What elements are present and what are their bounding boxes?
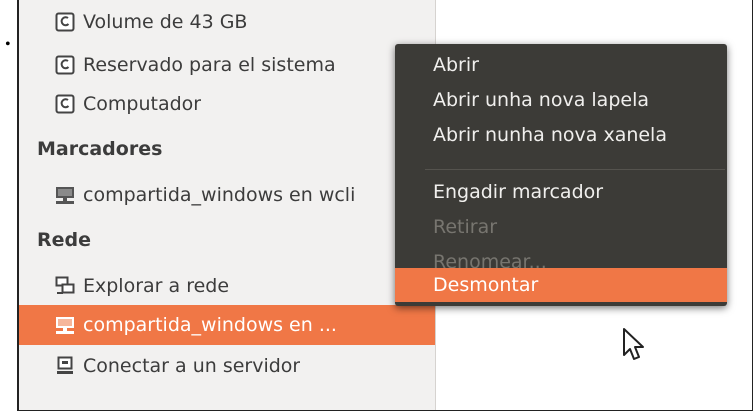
sidebar-item-reserved[interactable]: Reservado para el sistema <box>19 45 435 85</box>
drive-icon <box>55 12 75 32</box>
menu-item-add-bookmark[interactable]: Engadir marcador <box>395 175 727 209</box>
sidebar-item-label: compartida_windows en ... <box>83 314 337 336</box>
sidebar-item-bookmark-share[interactable]: compartida_windows en wcli <box>19 175 435 215</box>
server-icon <box>57 356 73 374</box>
menu-item-open[interactable]: Abrir <box>395 48 727 82</box>
screenshot-frame: Volume de 43 GB Reservado para el sistem… <box>17 0 753 411</box>
menu-item-unmount[interactable]: Desmontar <box>395 268 727 302</box>
list-bullet: • <box>5 36 11 53</box>
menu-item-remove: Retirar <box>433 216 498 238</box>
bookmarks-header: Marcadores <box>37 138 163 160</box>
menu-separator <box>425 169 725 170</box>
sidebar-item-label: Reservado para el sistema <box>83 54 336 76</box>
sidebar-item-label: compartida_windows en wcli <box>83 184 356 206</box>
drive-icon <box>55 94 75 114</box>
menu-item-open-new-tab[interactable]: Abrir unha nova lapela <box>395 83 727 117</box>
network-icon <box>55 276 75 294</box>
network-folder-icon <box>56 317 74 334</box>
sidebar-item-computer[interactable]: Computador <box>19 84 435 124</box>
sidebar-item-label: Volume de 43 GB <box>83 11 248 33</box>
sidebar-item-label: Explorar a rede <box>83 275 230 297</box>
drive-icon <box>55 55 75 75</box>
network-header: Rede <box>37 229 92 251</box>
sidebar-item-network-share-selected[interactable]: compartida_windows en ... <box>19 305 435 345</box>
menu-item-open-new-window[interactable]: Abrir nunha nova xanela <box>395 118 727 152</box>
sidebar-item-label: Conectar a un servidor <box>83 355 301 377</box>
sidebar-item-connect-server[interactable]: Conectar a un servidor <box>19 346 435 386</box>
sidebar-item-label: Computador <box>83 93 202 115</box>
sidebar-item-browse-network[interactable]: Explorar a rede <box>19 266 435 306</box>
places-sidebar: Volume de 43 GB Reservado para el sistem… <box>19 0 436 410</box>
network-folder-icon <box>56 187 74 204</box>
context-menu: Abrir Abrir unha nova lapela Abrir nunha… <box>395 44 727 306</box>
sidebar-item-volume[interactable]: Volume de 43 GB <box>19 2 435 42</box>
mouse-pointer-icon <box>623 328 644 360</box>
